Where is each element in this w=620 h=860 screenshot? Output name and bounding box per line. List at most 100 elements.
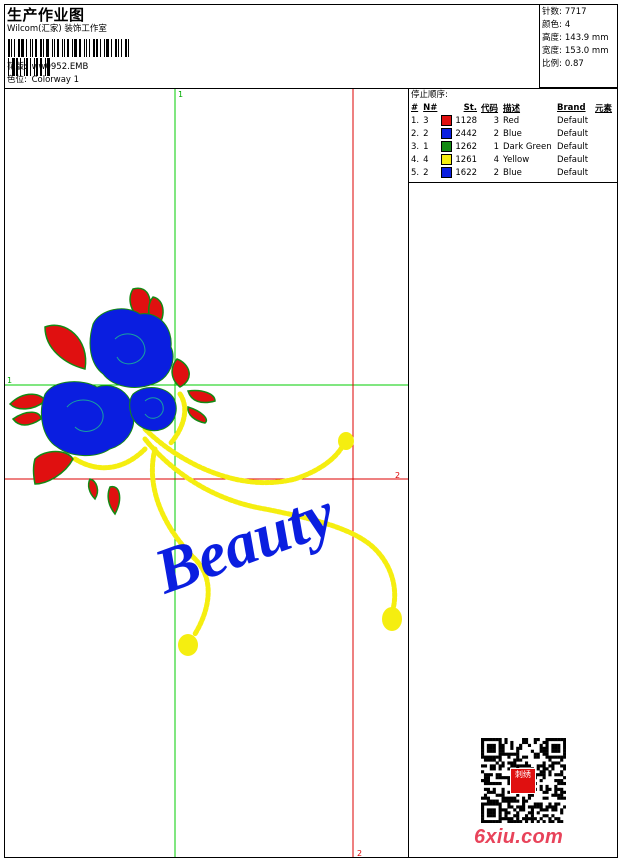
bead-drop-2 [382,607,402,631]
company-name: Wilcom(汇家) 装饰工作室 [7,24,107,34]
cell-desc: Red [503,115,520,126]
stop-sequence-title: 停止顺序: [411,90,448,100]
table-row: 5. 2 1622 2 Blue Default [409,166,614,179]
cell-stitches: 2442 [439,127,479,140]
cell-stitches: 1261 [439,153,479,166]
col-brand: Brand [557,102,586,113]
stats-list: 针数: 7717 颜色: 4 高度: 143.9 mm 宽度: 153.0 mm 比例: 0.87 [542,6,608,71]
col-code: 代码 [481,103,499,114]
design-value: ww0952.EMB [31,62,89,72]
stat-value: 153.0 mm [564,46,609,56]
stat-value: 0.87 [564,59,584,69]
colorway-line: 色位: Colorway 1 [7,75,79,86]
embroidery-text: Beauty [145,477,345,607]
table-row: 1. 3 1128 3 Red Default [409,114,614,127]
stat-label: 高度: [542,33,562,43]
seal-text: 刺绣 [515,770,531,779]
cell-num: 3. [411,141,420,152]
color-swatch [441,167,453,178]
sequence-divider [408,182,618,183]
design-canvas: 1 1 2 2 Beauty [5,89,408,857]
col-desc: 描述 [503,103,521,114]
cell-stitches: 1262 [439,140,479,153]
cell-code: 2 [493,167,500,178]
table-row: 3. 1 1262 1 Dark Green Default [409,140,614,153]
table-header-row: # N# St. 代码 描述 Brand 元素 [409,101,614,114]
colorway-label: 色位: [7,75,27,85]
cell-stitches: 1622 [439,166,479,179]
guide-label-v1: 1 [178,90,183,99]
stat-label: 颜色: [542,20,562,30]
stat-label: 针数: [542,7,562,17]
stat-row: 比例: 0.87 [542,58,608,71]
cell-element [593,140,614,153]
col-needle: N# [423,102,438,113]
stat-label: 宽度: [542,46,562,56]
cell-element [593,153,614,166]
stat-row: 颜色: 4 [542,19,608,32]
guide-label-h2: 2 [395,471,400,480]
stat-value: 7717 [564,7,587,17]
color-swatch [441,128,453,139]
cell-num: 5. [411,167,420,178]
bead-drop-1 [338,432,354,450]
stat-value: 4 [564,20,571,30]
stat-value: 143.9 mm [564,33,609,43]
stop-sequence-table-wrap: # N# St. 代码 描述 Brand 元素 1. 3 1128 3 Red Defau… [409,101,617,179]
stitch-count: 1261 [455,155,478,165]
stop-sequence-table: # N# St. 代码 描述 Brand 元素 1. 3 1128 3 Red Defau… [409,101,614,179]
cell-code: 3 [493,115,500,126]
col-element: 元素 [595,103,613,114]
cell-stitches: 1128 [439,114,479,127]
site-watermark: 6xiu.com [474,826,564,848]
cell-needle: 4 [423,154,429,165]
cell-desc: Dark Green [503,141,552,152]
table-row: 4. 4 1261 4 Yellow Default [409,153,614,166]
cell-num: 4. [411,154,420,165]
design-line: 花版: ww0952.EMB [7,62,88,73]
cell-needle: 3 [423,115,429,126]
cell-element [593,166,614,179]
stat-row: 高度: 143.9 mm [542,32,608,45]
cell-needle: 1 [423,141,429,152]
page-title: 生产作业图 [7,6,85,24]
stat-row: 针数: 7717 [542,6,608,19]
barcode [8,39,132,76]
cell-num: 1. [411,115,420,126]
stitch-count: 1262 [455,142,478,152]
cell-code: 4 [493,154,500,165]
guide-label-v2: 2 [357,849,362,857]
cell-needle: 2 [423,167,429,178]
colorway-value: Colorway 1 [31,75,80,85]
color-swatch [441,154,453,165]
cell-code: 1 [493,141,500,152]
stat-label: 比例: [542,59,562,69]
color-swatch [441,141,453,152]
cell-brand: Default [557,128,589,139]
design-label: 花版: [7,62,27,72]
table-row: 2. 2 2442 2 Blue Default [409,127,614,140]
seal-stamp: 刺绣 [510,768,536,794]
color-swatch [441,115,453,126]
stat-row: 宽度: 153.0 mm [542,45,608,58]
cell-element [593,114,614,127]
stitch-count: 1128 [455,116,478,126]
cell-desc: Yellow [503,154,530,165]
cell-brand: Default [557,167,589,178]
stitch-count: 1622 [455,168,478,178]
cell-desc: Blue [503,167,522,178]
cell-desc: Blue [503,128,522,139]
col-num: # [411,102,419,113]
sidebar-divider [408,88,409,858]
cell-code: 2 [493,128,500,139]
cell-brand: Default [557,141,589,152]
cell-element [593,127,614,140]
cell-brand: Default [557,115,589,126]
guide-label-h1: 1 [7,376,12,385]
cell-num: 2. [411,128,420,139]
bead-drop-3 [178,634,198,656]
cell-needle: 2 [423,128,429,139]
stitch-count: 2442 [455,129,478,139]
cell-brand: Default [557,154,589,165]
col-stitches: St. [463,102,478,113]
